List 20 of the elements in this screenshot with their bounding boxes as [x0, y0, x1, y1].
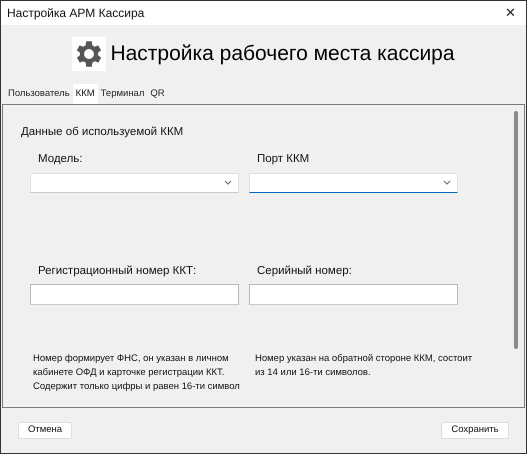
- input-field[interactable]: [30, 284, 239, 305]
- dropdown[interactable]: [249, 172, 458, 192]
- chevron-down-icon: [443, 180, 451, 185]
- field-label: Модель:: [38, 152, 84, 168]
- section-title: Данные об используемой ККМ: [21, 125, 184, 140]
- gear-icon: [72, 36, 106, 70]
- field-label: Серийный номер:: [257, 264, 353, 278]
- scrollbar-thumb[interactable]: [514, 111, 518, 349]
- field-label: Порт ККМ: [257, 152, 310, 168]
- tab[interactable]: ККМ: [72, 84, 98, 104]
- cancel-button[interactable]: Отмена: [18, 422, 72, 439]
- chevron-down-icon: [224, 180, 232, 185]
- save-button[interactable]: Сохранить: [441, 422, 509, 439]
- field-label: Регистрационный номер ККТ:: [38, 264, 198, 278]
- close-button[interactable]: ✕: [505, 3, 516, 23]
- help-text: Номер формирует ФНС, он указан в личном кабинете ОФД и карточке регистрации ККТ. Содержит только цифры и равен 16-ти символ: [33, 352, 241, 394]
- page-heading: Настройка рабочего места кассира: [110, 40, 455, 67]
- window-title: Настройка АРМ Кассира: [7, 5, 144, 22]
- help-text: Номер указан на обратной стороне ККМ, состоит из 14 или 16-ти символов.: [255, 352, 474, 380]
- input-field[interactable]: [249, 284, 458, 305]
